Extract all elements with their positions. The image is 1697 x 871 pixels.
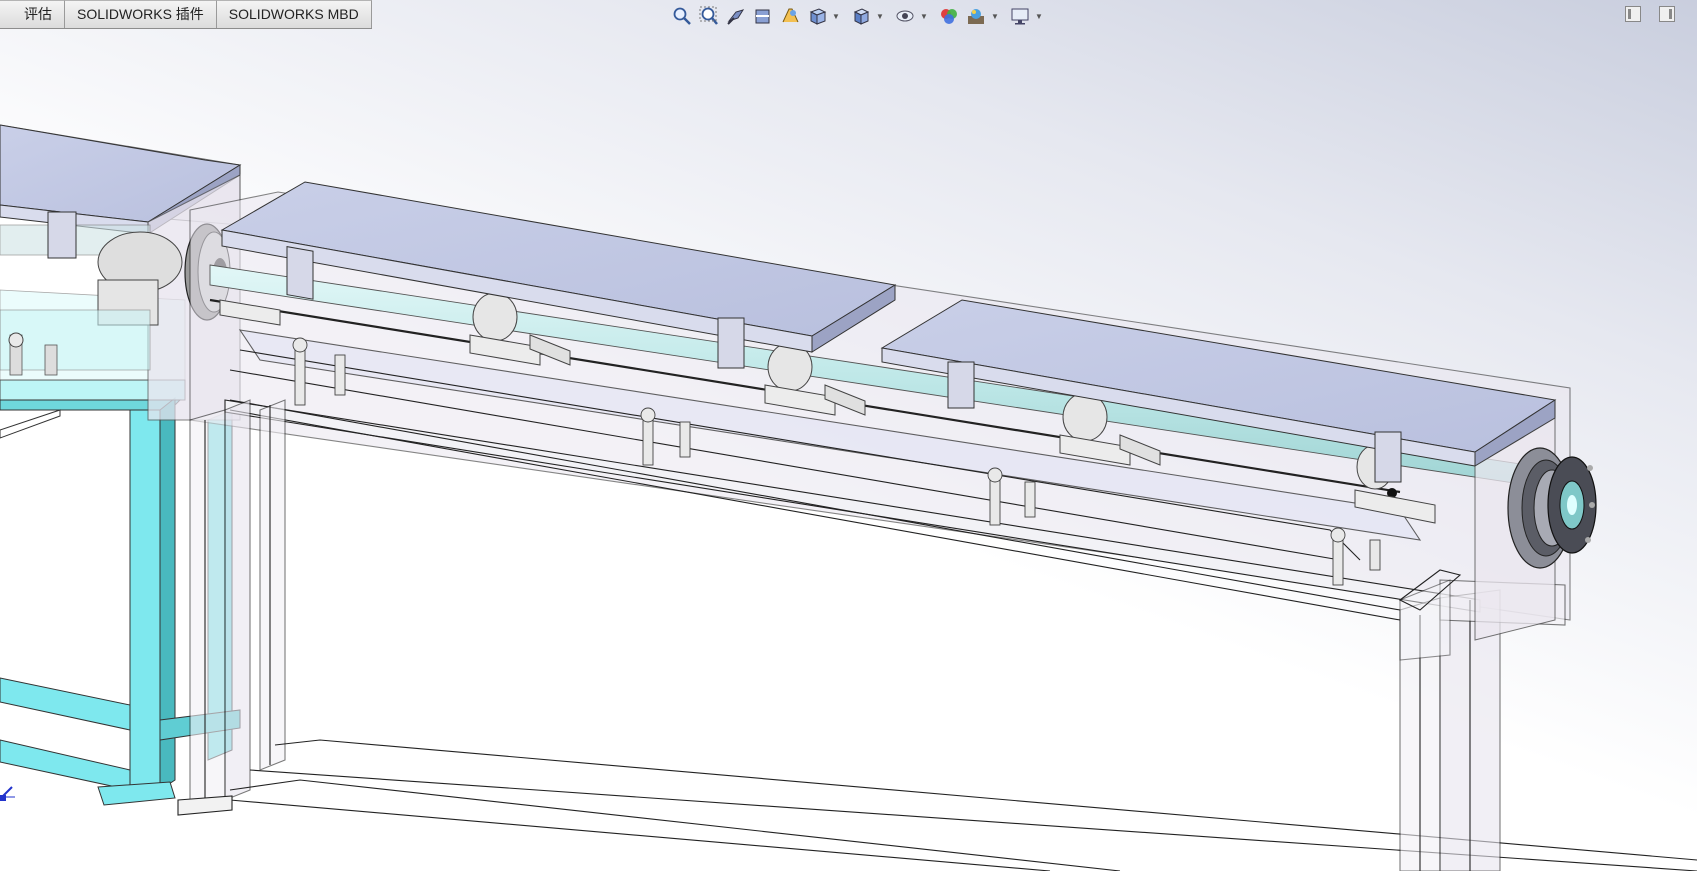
assembly-model[interactable] [0,0,1697,871]
collapse-left-icon[interactable] [1625,6,1641,22]
hide-show-items-dropdown[interactable]: ▼ [920,4,928,28]
view-orientation-dropdown[interactable]: ▼ [832,4,840,28]
panel-controls [1625,6,1675,22]
previous-view-icon[interactable] [724,4,748,28]
tab-solidworks-mbd[interactable]: SOLIDWORKS MBD [216,0,372,28]
section-view-icon[interactable] [751,4,775,28]
apply-scene-icon[interactable] [964,4,988,28]
heads-up-view-toolbar: ▼ ▼ ▼ ▼ ▼ [670,3,1049,29]
main-frame-wireframe [177,191,1697,871]
display-style-dropdown[interactable]: ▼ [876,4,884,28]
edit-appearance-icon[interactable] [937,4,961,28]
coupling-flange-right [1507,447,1597,569]
tab-solidworks-addins[interactable]: SOLIDWORKS 插件 [65,0,217,28]
zoom-to-area-icon[interactable] [697,4,721,28]
view-settings-dropdown[interactable]: ▼ [1035,4,1043,28]
tab-evaluate[interactable]: 评估 [0,0,65,28]
graphics-area[interactable]: 评估 SOLIDWORKS 插件 SOLIDWORKS MBD ▼ ▼ ▼ ▼ … [0,0,1697,871]
display-style-icon[interactable] [849,4,873,28]
hide-show-items-icon[interactable] [893,4,917,28]
apply-scene-dropdown[interactable]: ▼ [991,4,999,28]
collapse-right-icon[interactable] [1659,6,1675,22]
zoom-to-fit-icon[interactable] [670,4,694,28]
reference-triad-icon [0,786,15,801]
command-manager-tabs: 评估 SOLIDWORKS 插件 SOLIDWORKS MBD [0,0,372,29]
dynamic-annotation-views-icon[interactable] [778,4,802,28]
view-settings-icon[interactable] [1008,4,1032,28]
view-orientation-icon[interactable] [805,4,829,28]
